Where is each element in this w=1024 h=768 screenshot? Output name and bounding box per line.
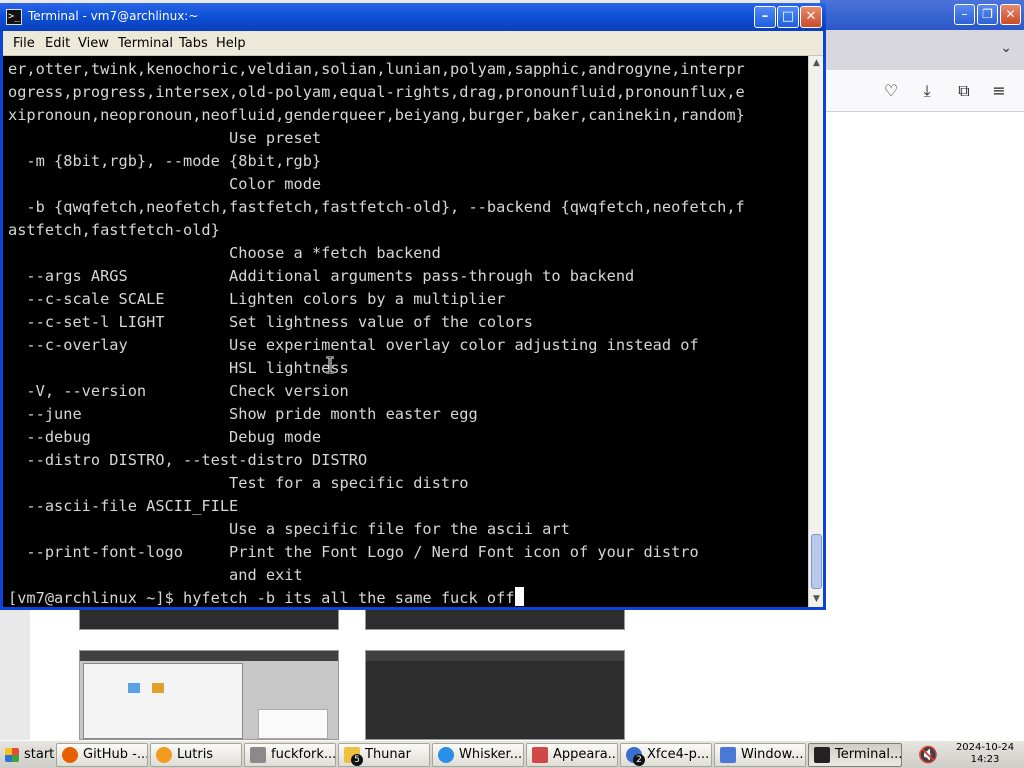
terminal-line: and exit (8, 566, 303, 584)
terminal-icon (814, 747, 830, 763)
task-label: Thunar (365, 747, 411, 762)
terminal-titlebar[interactable]: >_ Terminal - vm7@archlinux:~ – □ ✕ (0, 3, 826, 31)
window-icon (720, 747, 736, 763)
mouse-ibeam-cursor-icon (326, 356, 334, 374)
extensions-icon[interactable]: ⧉ (953, 80, 975, 102)
chevron-down-icon[interactable]: ⌄ (1000, 40, 1012, 56)
shell-prompt: [vm7@archlinux ~]$ (8, 589, 183, 607)
browser-tabstrip (820, 30, 1024, 70)
task-fuckfork[interactable]: fuckfork... (244, 743, 336, 767)
menu-bar: File Edit View Terminal Tabs Help (3, 31, 823, 56)
terminal-line: er,otter,twink,kenochoric,veldian,solian… (8, 60, 745, 78)
menu-terminal[interactable]: Terminal (118, 36, 173, 51)
start-logo-icon (5, 748, 19, 762)
taskbar: start GitHub -... Lutris fuckfork... 5 T… (0, 740, 1024, 768)
hamburger-menu-icon[interactable]: ≡ (988, 80, 1010, 102)
task-terminal[interactable]: Terminal... (808, 743, 902, 767)
terminal-line: -V, --version Check version (8, 382, 349, 400)
scroll-up-icon[interactable]: ▲ (809, 56, 824, 71)
maximize-button[interactable]: □ (777, 6, 799, 28)
terminal-line: astfetch,fastfetch-old} (8, 221, 220, 239)
task-appearance[interactable]: Appeara... (526, 743, 618, 767)
task-label: Terminal... (835, 747, 902, 762)
background-browser-window: – ❐ ✕ ⌄ ♡ ⤓ ⧉ ≡ (820, 0, 1024, 740)
appearance-icon (532, 747, 548, 763)
task-thunar[interactable]: 5 Thunar (338, 743, 430, 767)
terminal-line: --c-overlay Use experimental overlay col… (8, 336, 699, 354)
menu-help[interactable]: Help (216, 36, 246, 51)
browser-maximize-button[interactable]: ❐ (977, 4, 998, 25)
terminal-scrollbar[interactable]: ▲ ▼ (808, 56, 823, 607)
screenshot-gallery (30, 600, 830, 740)
terminal-line: --print-font-logo Print the Font Logo / … (8, 543, 699, 561)
scroll-down-icon[interactable]: ▼ (809, 592, 824, 607)
terminal-line: Use preset (8, 129, 322, 147)
terminal-line: ogress,progress,intersex,old-polyam,equa… (8, 83, 745, 101)
task-whisker[interactable]: Whisker... (432, 743, 524, 767)
terminal-line: --debug Debug mode (8, 428, 322, 446)
menu-tabs[interactable]: Tabs (179, 36, 208, 51)
task-label: Whisker... (459, 747, 523, 762)
terminal-line: --args ARGS Additional arguments pass-th… (8, 267, 635, 285)
whisker-icon (438, 747, 454, 763)
task-label: Lutris (177, 747, 214, 762)
pocket-icon[interactable]: ♡ (880, 80, 902, 102)
volume-muted-icon[interactable]: 🔇 (918, 745, 938, 764)
browser-minimize-button[interactable]: – (954, 4, 975, 25)
window-count-badge: 2 (633, 754, 645, 766)
clock-date: 2024-10-24 (955, 742, 1015, 753)
terminal-line: --c-scale SCALE Lighten colors by a mult… (8, 290, 506, 308)
terminal-line: --c-set-l LIGHT Set lightness value of t… (8, 313, 533, 331)
browser-page (820, 112, 1024, 740)
terminal-line: --ascii-file ASCII_FILE (8, 497, 239, 515)
terminal-line: Test for a specific distro (8, 474, 469, 492)
scrollbar-thumb[interactable] (811, 534, 822, 589)
terminal-line: -b {qwqfetch,neofetch,fastfetch,fastfetc… (8, 198, 745, 216)
text-cursor (514, 587, 524, 606)
task-label: Appeara... (553, 747, 618, 762)
task-label: GitHub -... (83, 747, 148, 762)
terminal-line: -m {8bit,rgb}, --mode {8bit,rgb} (8, 152, 322, 170)
terminal-line: --june Show pride month easter egg (8, 405, 478, 423)
task-label: fuckfork... (271, 747, 336, 762)
lutris-icon (156, 747, 172, 763)
fork-icon (250, 747, 266, 763)
terminal-line: Choose a *fetch backend (8, 244, 441, 262)
menu-file[interactable]: File (13, 36, 35, 51)
start-button[interactable]: start (2, 743, 54, 767)
terminal-line: --distro DISTRO, --test-distro DISTRO (8, 451, 368, 469)
menu-edit[interactable]: Edit (45, 36, 70, 51)
terminal-app-icon: >_ (6, 9, 22, 25)
window-count-badge: 5 (351, 754, 363, 766)
terminal-line: HSL lightness (8, 359, 349, 377)
start-label: start (24, 747, 55, 762)
terminal-window: >_ Terminal - vm7@archlinux:~ – □ ✕ File… (0, 3, 826, 610)
task-window[interactable]: Window... (714, 743, 806, 767)
clock[interactable]: 2024-10-24 14:23 (952, 742, 1018, 766)
task-label: Xfce4-p... (647, 747, 710, 762)
browser-toolbar: ♡ ⤓ ⧉ ≡ (820, 70, 1024, 112)
clock-time: 14:23 (970, 754, 1000, 765)
browser-close-button[interactable]: ✕ (1000, 4, 1021, 25)
command-input[interactable]: hyfetch -b its all the same fuck off (183, 589, 515, 607)
task-label: Window... (741, 747, 804, 762)
task-xfce4-panel[interactable]: 2 Xfce4-p... (620, 743, 712, 767)
download-icon[interactable]: ⤓ (916, 80, 938, 102)
terminal-output[interactable]: er,otter,twink,kenochoric,veldian,solian… (3, 56, 808, 607)
task-lutris[interactable]: Lutris (150, 743, 242, 767)
terminal-line: xipronoun,neopronoun,neofluid,genderquee… (8, 106, 745, 124)
menu-view[interactable]: View (78, 36, 109, 51)
command-line[interactable]: [vm7@archlinux ~]$ hyfetch -b its all th… (8, 587, 524, 607)
terminal-line: Use a specific file for the ascii art (8, 520, 570, 538)
browser-titlebar: – ❐ ✕ (820, 0, 1024, 30)
window-title: Terminal - vm7@archlinux:~ (28, 9, 199, 23)
minimize-button[interactable]: – (754, 6, 776, 28)
terminal-line: Color mode (8, 175, 322, 193)
close-button[interactable]: ✕ (800, 6, 822, 28)
gallery-thumbnail[interactable] (79, 650, 339, 740)
firefox-icon (62, 747, 78, 763)
task-github[interactable]: GitHub -... (56, 743, 148, 767)
gallery-thumbnail[interactable] (365, 650, 625, 740)
